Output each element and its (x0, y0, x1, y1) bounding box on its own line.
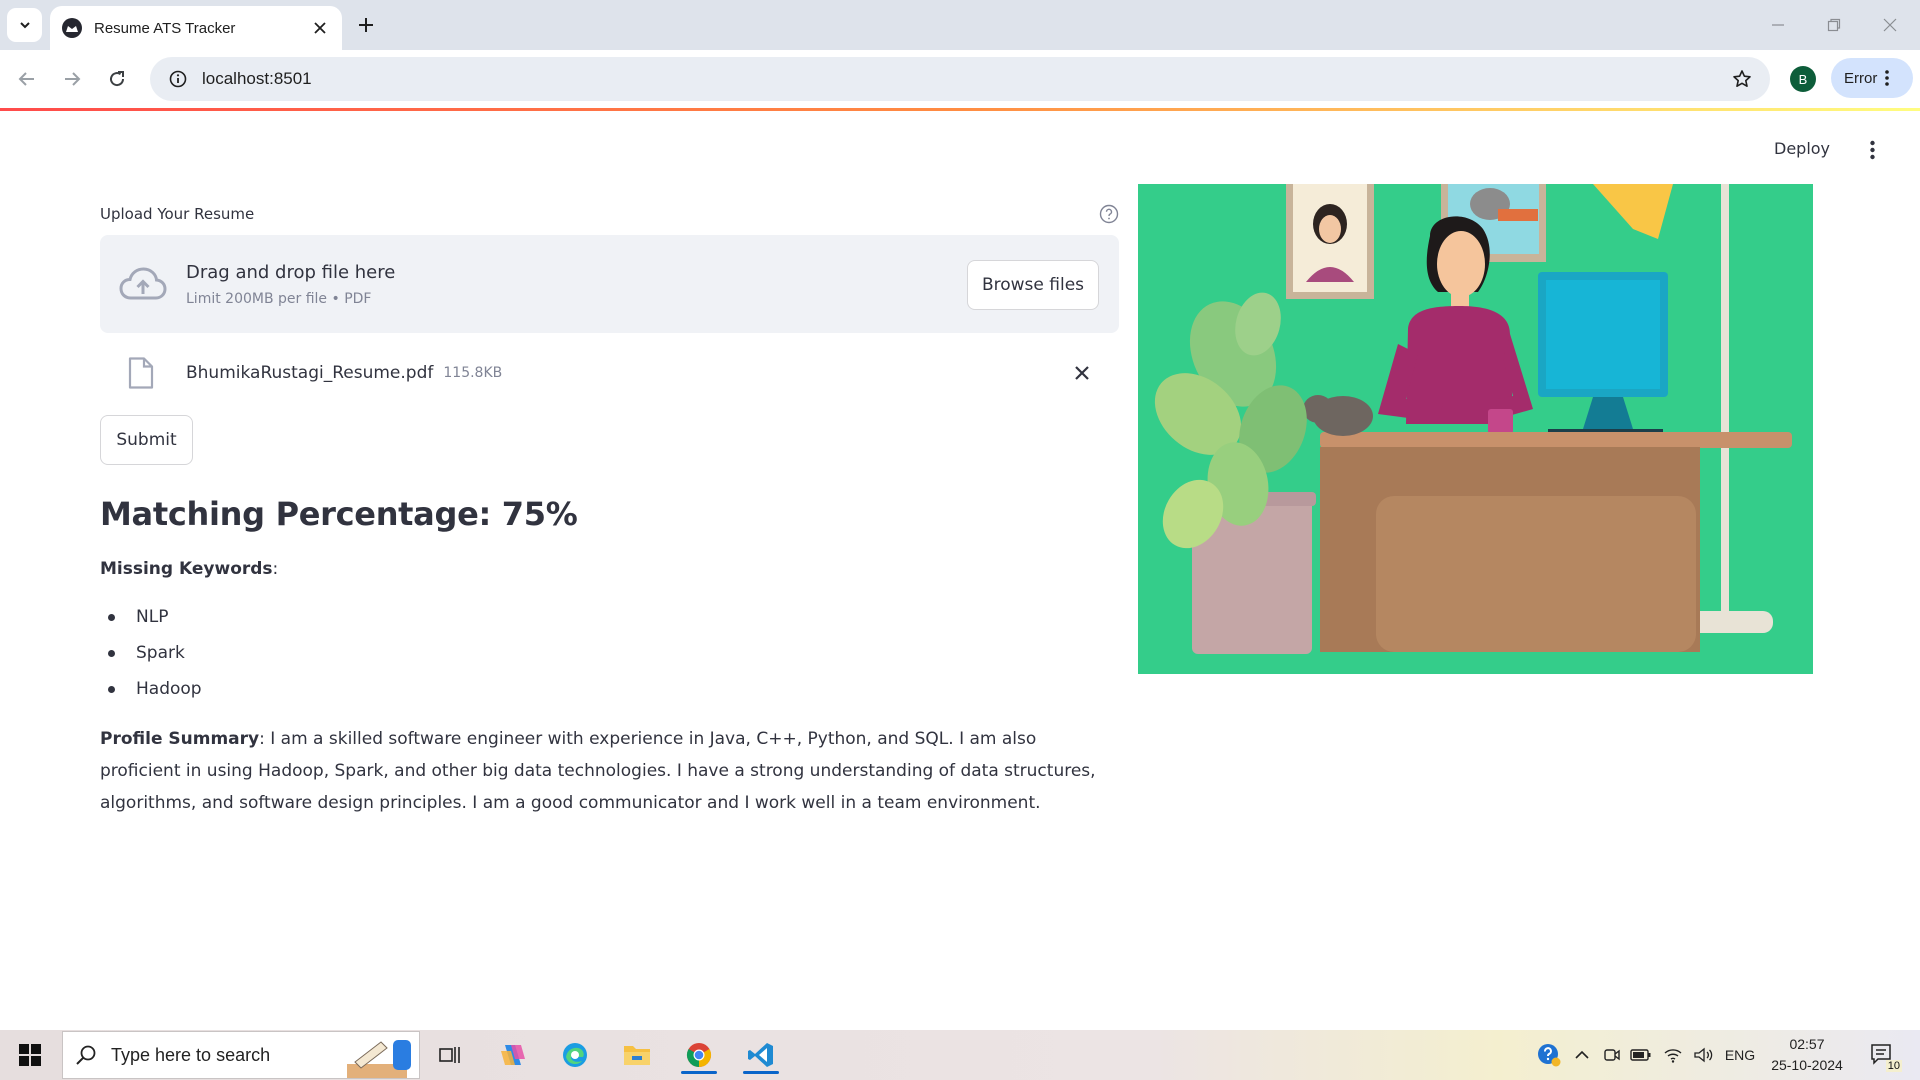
streamlit-favicon-icon (62, 18, 82, 38)
clock-time: 02:57 (1789, 1036, 1825, 1052)
bookmark-star-icon[interactable] (1720, 57, 1764, 101)
dropzone-limit: Limit 200MB per file • PDF (186, 290, 372, 307)
chevron-up-icon (1575, 1050, 1589, 1059)
active-app-indicator (743, 1071, 779, 1074)
help-tray-icon[interactable] (1534, 1035, 1564, 1075)
deploy-button[interactable]: Deploy (1774, 139, 1830, 158)
battery-icon[interactable] (1628, 1035, 1654, 1075)
submit-button[interactable]: Submit (100, 415, 193, 465)
volume-icon[interactable] (1690, 1035, 1716, 1075)
file-dropzone[interactable]: Drag and drop file here Limit 200MB per … (100, 235, 1119, 333)
close-tab-icon[interactable] (306, 14, 334, 42)
search-highlight-icon (347, 1040, 411, 1078)
clock-date: 25-10-2024 (1771, 1057, 1843, 1073)
cloud-upload-icon (118, 264, 168, 304)
edge-taskbar-button[interactable] (551, 1035, 599, 1075)
kebab-menu-icon (1869, 140, 1875, 160)
restore-icon (1827, 18, 1841, 32)
start-button[interactable] (8, 1035, 52, 1075)
minimize-icon (1772, 24, 1784, 26)
reload-button[interactable] (100, 62, 134, 96)
url-text[interactable]: localhost:8501 (202, 69, 1720, 89)
tab-title: Resume ATS Tracker (94, 19, 236, 37)
browser-tab[interactable]: Resume ATS Tracker (50, 6, 342, 50)
arrow-right-icon (65, 72, 81, 86)
close-icon (1883, 18, 1897, 32)
dropzone-title: Drag and drop file here (186, 261, 396, 283)
new-tab-button[interactable] (351, 10, 381, 40)
list-item: Hadoop (108, 671, 1119, 707)
copilot-taskbar-button[interactable] (489, 1035, 537, 1075)
file-name: BhumikaRustagi_Resume.pdf (186, 363, 434, 383)
task-view-button[interactable] (426, 1035, 474, 1075)
edge-icon (563, 1043, 587, 1067)
restore-window-button[interactable] (1806, 8, 1862, 42)
site-info-icon[interactable] (156, 57, 200, 101)
notification-center-button[interactable]: 10 (1866, 1038, 1902, 1072)
error-menu-button[interactable]: Error (1831, 58, 1913, 98)
active-app-indicator (681, 1071, 717, 1074)
forward-button[interactable] (55, 62, 89, 96)
reload-icon (110, 71, 125, 87)
office-illustration-image (1138, 184, 1813, 674)
missing-keywords-label: Missing Keywords: (100, 559, 279, 579)
arrow-left-icon (18, 72, 34, 86)
remove-file-icon[interactable] (1067, 358, 1097, 388)
browse-files-button[interactable]: Browse files (967, 260, 1099, 310)
taskbar-clock[interactable]: 02:57 25-10-2024 (1762, 1034, 1852, 1076)
profile-summary-label: Profile Summary (100, 729, 260, 749)
file-icon (126, 355, 156, 391)
meet-now-icon[interactable] (1600, 1035, 1624, 1075)
copilot-icon (501, 1045, 525, 1065)
search-icon (76, 1045, 96, 1065)
plus-icon (359, 18, 373, 32)
task-view-icon (439, 1047, 460, 1063)
main-menu-button[interactable] (1860, 135, 1884, 165)
file-explorer-taskbar-button[interactable] (613, 1035, 661, 1075)
windows-taskbar: Type here to search ENG 02:57 25-10-2024… (0, 1030, 1920, 1080)
vscode-icon (748, 1043, 773, 1067)
notification-count-badge: 10 (1885, 1060, 1902, 1072)
uploader-label: Upload Your Resume (100, 205, 255, 223)
file-size: 115.8KB (443, 365, 503, 381)
chrome-taskbar-button[interactable] (675, 1035, 723, 1075)
windows-logo-icon (19, 1044, 41, 1066)
matching-percentage-heading: Matching Percentage: 75% (100, 495, 578, 533)
chrome-icon (686, 1043, 712, 1067)
kebab-menu-icon (1885, 70, 1890, 86)
language-indicator[interactable]: ENG (1722, 1035, 1758, 1075)
uploaded-file: BhumikaRustagi_Resume.pdf 115.8KB (100, 333, 1119, 413)
address-bar[interactable]: localhost:8501 (150, 57, 1770, 101)
profile-summary: Profile Summary: I am a skilled software… (100, 723, 1119, 819)
wifi-icon[interactable] (1660, 1035, 1686, 1075)
missing-keywords-list: NLP Spark Hadoop (100, 599, 1119, 707)
error-label: Error (1844, 69, 1878, 87)
minimize-window-button[interactable] (1750, 8, 1806, 42)
browser-toolbar: localhost:8501 B Error (0, 50, 1920, 108)
close-window-button[interactable] (1862, 8, 1918, 42)
list-item: NLP (108, 599, 1119, 635)
tab-search-button[interactable] (7, 8, 42, 42)
show-hidden-icons-button[interactable] (1570, 1035, 1594, 1075)
chevron-down-icon (19, 22, 30, 29)
vscode-taskbar-button[interactable] (737, 1035, 785, 1075)
folder-icon (624, 1046, 650, 1065)
main-column: Upload Your Resume Drag and drop file he… (100, 195, 1119, 819)
help-icon[interactable] (1099, 204, 1119, 224)
list-item: Spark (108, 635, 1119, 671)
search-placeholder: Type here to search (111, 1044, 271, 1065)
browser-tab-bar: Resume ATS Tracker (0, 0, 1920, 50)
taskbar-search-box[interactable]: Type here to search (62, 1031, 420, 1079)
profile-avatar[interactable]: B (1790, 66, 1816, 92)
back-button[interactable] (10, 62, 44, 96)
